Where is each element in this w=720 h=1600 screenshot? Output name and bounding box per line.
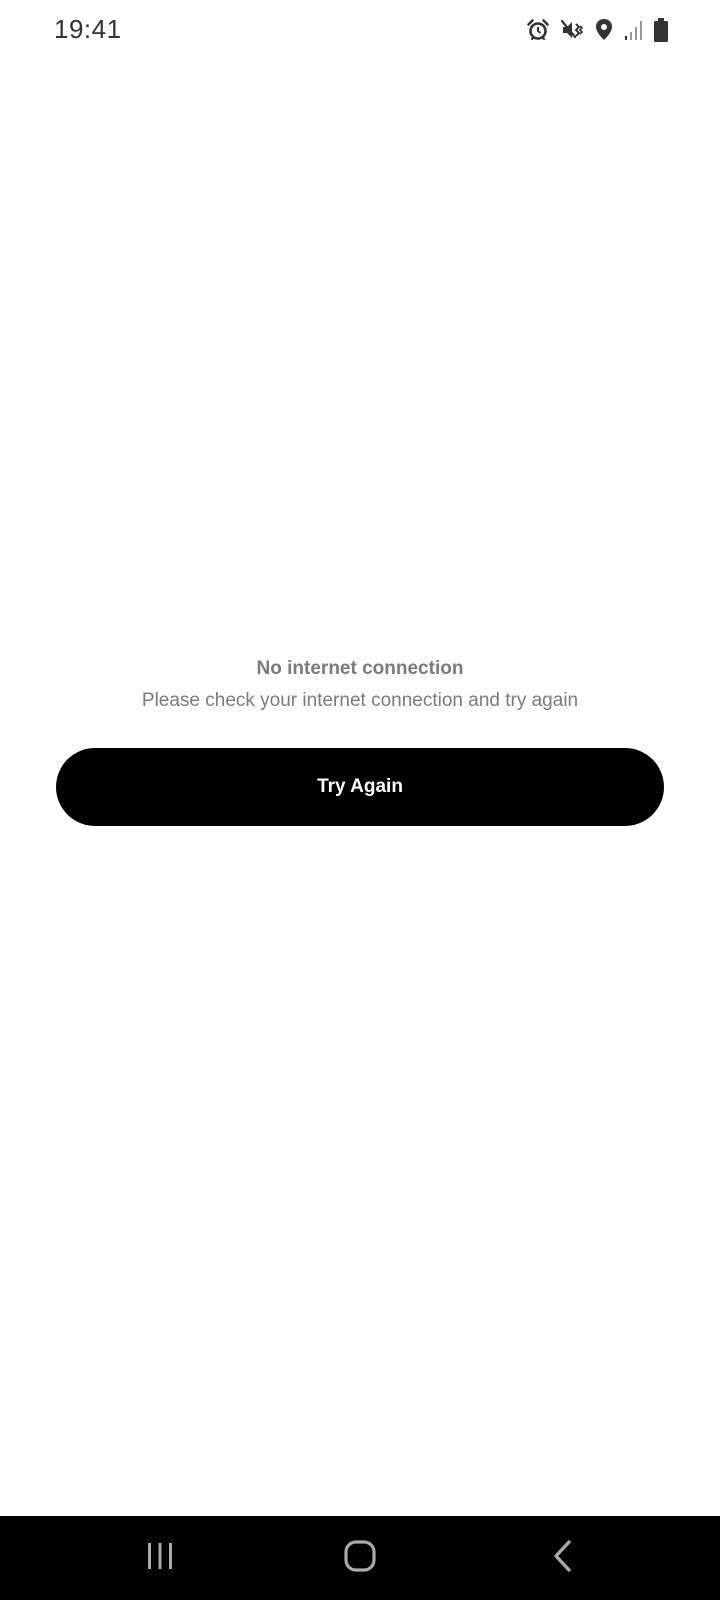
status-bar: 19:41 [0,0,720,62]
navigation-bar [0,1516,720,1600]
back-icon [551,1539,575,1578]
back-button[interactable] [503,1516,623,1600]
recents-button[interactable] [100,1516,220,1600]
alarm-icon [526,18,550,42]
error-message: No internet connection Please check your… [0,652,720,716]
battery-icon [654,18,668,42]
location-icon [594,18,614,42]
try-again-button[interactable]: Try Again [56,748,664,826]
status-time: 19:41 [54,14,122,44]
error-subtitle: Please check your internet connection an… [141,690,579,711]
status-icons [526,16,668,44]
recents-icon [145,1541,175,1576]
screen: 19:41 No internet connection Please chec… [0,0,720,1600]
signal-icon [624,19,644,41]
home-icon [343,1539,377,1578]
home-button[interactable] [300,1516,420,1600]
mute-vibrate-icon [560,18,584,42]
error-title: No internet connection [256,658,464,679]
